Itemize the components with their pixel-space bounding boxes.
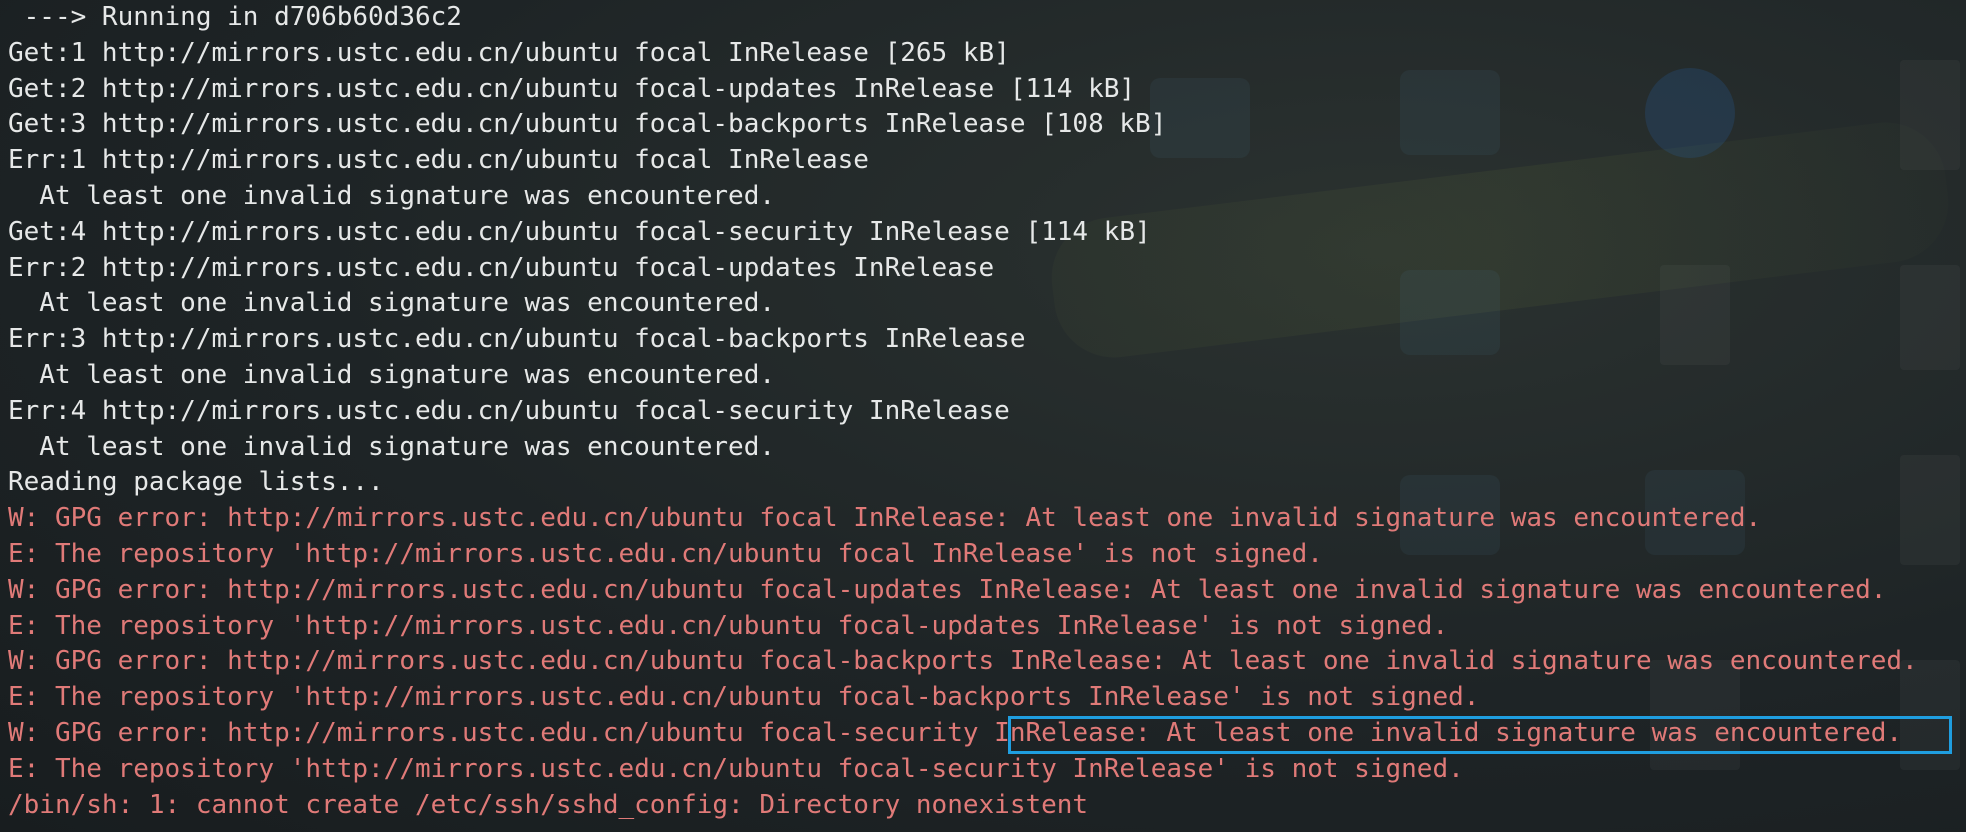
terminal-line: Err:1 http://mirrors.ustc.edu.cn/ubuntu … [8, 145, 869, 176]
terminal-line: E: The repository 'http://mirrors.ustc.e… [8, 682, 1480, 713]
terminal-line: Err:4 http://mirrors.ustc.edu.cn/ubuntu … [8, 395, 1010, 426]
terminal-window[interactable]: ---> Running in d706b60d36c2 Get:1 http:/… [0, 0, 1966, 832]
terminal-line: W: GPG error: http://mirrors.ustc.edu.cn… [8, 574, 1887, 605]
highlight-box [1008, 716, 1952, 754]
terminal-line: Get:4 http://mirrors.ustc.edu.cn/ubuntu … [8, 216, 1151, 247]
terminal-line: Reading package lists... [8, 467, 384, 498]
terminal-line: Get:3 http://mirrors.ustc.edu.cn/ubuntu … [8, 109, 1167, 140]
terminal-line: Err:2 http://mirrors.ustc.edu.cn/ubuntu … [8, 252, 995, 283]
terminal-line: /bin/sh: 1: cannot create /etc/ssh/sshd_… [8, 789, 1089, 820]
terminal-line: E: The repository 'http://mirrors.ustc.e… [8, 753, 1464, 784]
terminal-line: Get:2 http://mirrors.ustc.edu.cn/ubuntu … [8, 73, 1136, 104]
terminal-line: ---> Running in d706b60d36c2 [8, 2, 462, 32]
terminal-line: At least one invalid signature was encou… [8, 288, 776, 319]
terminal-line: E: The repository 'http://mirrors.ustc.e… [8, 538, 1323, 569]
terminal-line: At least one invalid signature was encou… [8, 180, 776, 211]
terminal-line: Err:3 http://mirrors.ustc.edu.cn/ubuntu … [8, 324, 1026, 355]
terminal-line: E: The repository 'http://mirrors.ustc.e… [8, 610, 1449, 641]
terminal-line: W: GPG error: http://mirrors.ustc.edu.cn… [8, 503, 1762, 534]
terminal-output[interactable]: ---> Running in d706b60d36c2 Get:1 http:/… [8, 0, 1918, 823]
terminal-line: At least one invalid signature was encou… [8, 431, 776, 462]
terminal-line: Get:1 http://mirrors.ustc.edu.cn/ubuntu … [8, 37, 1010, 68]
terminal-line: At least one invalid signature was encou… [8, 359, 776, 390]
terminal-line: W: GPG error: http://mirrors.ustc.edu.cn… [8, 646, 1918, 677]
